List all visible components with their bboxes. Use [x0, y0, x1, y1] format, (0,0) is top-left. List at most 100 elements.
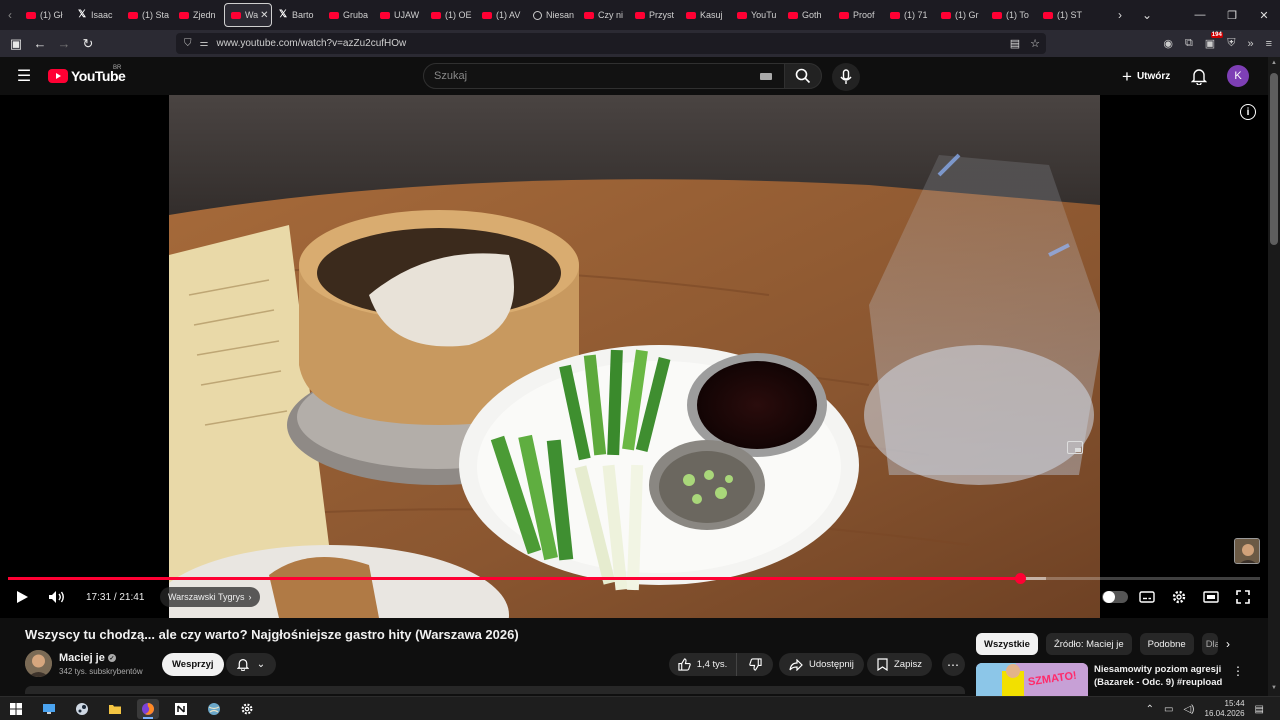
channel-name-link[interactable]: Maciej je ✓ — [59, 652, 116, 664]
extensions-icon[interactable]: ⧉ — [1185, 37, 1193, 50]
minimize-icon[interactable]: — — [1184, 0, 1216, 30]
recommended-more-icon[interactable]: ⋮ — [1232, 663, 1244, 679]
recommended-thumbnail[interactable]: SZMATO! — [976, 663, 1088, 696]
browser-tab[interactable]: (1) To — [986, 3, 1037, 27]
info-icon[interactable]: i — [1240, 104, 1256, 120]
description-box[interactable] — [25, 686, 965, 694]
chips-next-icon[interactable]: › — [1220, 636, 1236, 652]
tab-scroll-right-icon[interactable]: › — [1118, 0, 1122, 30]
browser-tab[interactable]: Proof — [833, 3, 884, 27]
filter-chip[interactable]: Wszystkie — [976, 633, 1038, 655]
video-frame[interactable] — [169, 95, 1100, 618]
channel-watermark[interactable] — [1234, 538, 1260, 564]
progress-bar[interactable] — [8, 573, 1260, 584]
taskbar-app-computer[interactable] — [38, 699, 60, 719]
site-permissions-icon[interactable]: ⚌ — [200, 38, 209, 49]
keyboard-icon[interactable] — [760, 73, 772, 80]
browser-tab[interactable]: YouTu — [731, 3, 782, 27]
taskbar-app-firefox[interactable] — [137, 699, 159, 719]
more-actions-button[interactable]: ⋯ — [942, 653, 965, 676]
filter-chip[interactable]: Podobne — [1139, 633, 1194, 655]
bookmark-star-icon[interactable]: ☆ — [1030, 37, 1040, 50]
taskbar-app-steam[interactable] — [71, 699, 93, 719]
volume-button[interactable] — [46, 583, 68, 611]
scrollbar-thumb[interactable] — [1270, 73, 1278, 245]
reload-icon[interactable]: ↻ — [76, 32, 100, 56]
save-button[interactable]: Zapisz — [867, 653, 932, 676]
ublock-extension-icon[interactable]: ▣ 194 — [1205, 32, 1223, 50]
network-icon[interactable]: ▭ — [1164, 704, 1173, 715]
close-window-icon[interactable]: ✕ — [1248, 0, 1280, 30]
taskbar-app-globe[interactable] — [203, 699, 225, 719]
autoplay-toggle[interactable] — [1102, 591, 1128, 603]
vpn-extension-icon[interactable]: ◉ — [1163, 37, 1173, 50]
filter-chip[interactable]: Dla — [1201, 633, 1218, 655]
browser-tab[interactable]: Goth — [782, 3, 833, 27]
browser-tab[interactable]: Zjedn — [173, 3, 224, 27]
browser-tab[interactable]: Niesan — [527, 3, 578, 27]
taskbar-app-notion[interactable] — [170, 699, 192, 719]
tab-list-dropdown-icon[interactable]: ⌄ — [1142, 0, 1152, 30]
scroll-down-icon[interactable]: ▼ — [1270, 685, 1278, 693]
browser-tab[interactable]: 𝕏 Barto — [272, 3, 323, 27]
reader-view-icon[interactable]: ▤ — [1010, 37, 1020, 50]
browser-tab[interactable]: (1) ST — [1037, 3, 1088, 27]
video-player[interactable]: i 17:31 / 21:41 Warszawski Tygrys › — [0, 95, 1268, 618]
dislike-button[interactable] — [737, 653, 773, 676]
create-button[interactable]: + Utwórz — [1114, 64, 1178, 88]
scroll-up-icon[interactable]: ▲ — [1270, 60, 1278, 68]
chapter-button[interactable]: Warszawski Tygrys › — [160, 587, 260, 607]
back-icon[interactable]: ← — [28, 32, 52, 56]
start-button[interactable] — [5, 699, 27, 719]
recommended-title[interactable]: Niesamowity poziom agresji (Bazarek - Od… — [1094, 663, 1224, 689]
theater-mode-button[interactable] — [1201, 583, 1221, 611]
settings-button[interactable] — [1169, 583, 1189, 611]
address-bar[interactable]: ⛉ ⚌ www.youtube.com/watch?v=azZu2cufHOw … — [176, 33, 1046, 54]
taskbar-app-settings[interactable] — [236, 699, 258, 719]
support-button[interactable]: Wesprzyj — [162, 653, 224, 676]
voice-search-button[interactable] — [832, 63, 860, 91]
search-input[interactable] — [434, 70, 734, 82]
browser-tab[interactable]: UJAW — [374, 3, 425, 27]
restore-icon[interactable]: ❐ — [1216, 0, 1248, 30]
browser-tab[interactable]: Czy ni — [578, 3, 629, 27]
taskbar-app-explorer[interactable] — [104, 699, 126, 719]
play-button[interactable] — [12, 583, 32, 611]
browser-tab[interactable]: (1) AV — [476, 3, 527, 27]
browser-tab[interactable]: Przyst — [629, 3, 680, 27]
subtitles-button[interactable] — [1137, 583, 1157, 611]
tray-chevron-up-icon[interactable]: ⌃ — [1146, 704, 1154, 715]
overflow-menu-icon[interactable]: » — [1247, 38, 1253, 50]
miniplayer-icon[interactable] — [1067, 441, 1083, 454]
guide-menu-icon[interactable]: ☰ — [14, 66, 34, 86]
close-tab-icon[interactable]: ✕ — [260, 10, 268, 21]
browser-tab[interactable]: (1) Gł — [20, 3, 71, 27]
browser-tab[interactable]: (1) Gr — [935, 3, 986, 27]
share-button[interactable]: Udostępnij — [779, 653, 864, 676]
browser-tab[interactable]: (1) Sta — [122, 3, 173, 27]
forward-icon[interactable]: → — [52, 32, 76, 56]
browser-tab[interactable]: Kasuj — [680, 3, 731, 27]
notifications-button[interactable] — [1188, 65, 1210, 87]
search-button[interactable] — [784, 63, 822, 89]
speaker-icon[interactable]: ◁) — [1183, 704, 1194, 715]
tab-scroll-left-icon[interactable]: ‹ — [0, 0, 20, 30]
shield-extension-icon[interactable]: ⛨ — [1227, 37, 1235, 50]
browser-tab[interactable]: (1) OE — [425, 3, 476, 27]
app-menu-icon[interactable]: ≡ — [1266, 38, 1272, 50]
account-avatar[interactable]: K — [1227, 65, 1249, 87]
channel-avatar[interactable] — [25, 650, 52, 677]
browser-tab[interactable]: (1) 71 — [884, 3, 935, 27]
browser-tab[interactable]: Wa ✕ — [224, 3, 272, 27]
browser-tab[interactable]: Gruba — [323, 3, 374, 27]
subscription-bell-button[interactable]: ⌄ — [226, 653, 276, 676]
filter-chip[interactable]: Źródło: Maciej je — [1045, 633, 1132, 655]
notifications-center-icon[interactable]: ▤ — [1255, 704, 1264, 715]
page-scrollbar[interactable]: ▲ ▼ — [1268, 57, 1280, 696]
sidebar-toggle-icon[interactable]: ▣ — [4, 32, 28, 56]
clock[interactable]: 15:44 16.04.2026 — [1205, 699, 1245, 719]
fullscreen-button[interactable] — [1233, 583, 1253, 611]
browser-tab[interactable]: 𝕏 Isaac — [71, 3, 122, 27]
like-button[interactable]: 1,4 tys. — [669, 653, 737, 676]
tracking-shield-icon[interactable]: ⛉ — [184, 38, 192, 49]
